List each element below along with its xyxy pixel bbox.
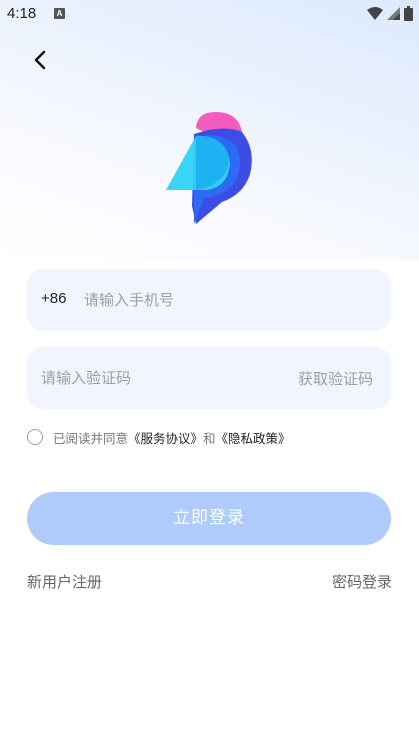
back-button[interactable] bbox=[24, 44, 56, 76]
agreement-checkbox[interactable] bbox=[27, 429, 43, 445]
chevron-left-icon bbox=[34, 50, 46, 70]
status-time: 4:18 bbox=[7, 5, 37, 22]
service-agreement-link[interactable]: 《服务协议》 bbox=[128, 428, 203, 447]
login-button[interactable]: 立即登录 bbox=[27, 492, 391, 545]
app-notification-icon: A bbox=[54, 8, 65, 19]
status-bar: 4:18 A bbox=[0, 0, 419, 28]
agreement-row: 已阅读并同意 《服务协议》 和 《隐私政策》 bbox=[27, 427, 291, 447]
app-logo bbox=[164, 110, 256, 226]
phone-input[interactable] bbox=[84, 269, 374, 331]
verification-code-field: 获取验证码 bbox=[27, 347, 391, 409]
privacy-policy-link[interactable]: 《隐私政策》 bbox=[216, 428, 291, 447]
battery-icon bbox=[404, 6, 413, 21]
status-icons bbox=[367, 6, 413, 21]
signal-icon bbox=[387, 7, 400, 20]
password-login-link[interactable]: 密码登录 bbox=[332, 571, 392, 592]
register-link[interactable]: 新用户注册 bbox=[27, 571, 102, 592]
verification-code-input[interactable] bbox=[41, 347, 281, 409]
wifi-icon bbox=[367, 7, 383, 20]
country-code[interactable]: +86 bbox=[41, 290, 66, 307]
phone-field: +86 bbox=[27, 269, 391, 331]
get-code-button[interactable]: 获取验证码 bbox=[298, 368, 373, 389]
agreement-and: 和 bbox=[203, 430, 216, 446]
agreement-prefix: 已阅读并同意 bbox=[53, 430, 129, 446]
bird-logo-icon bbox=[166, 112, 252, 224]
